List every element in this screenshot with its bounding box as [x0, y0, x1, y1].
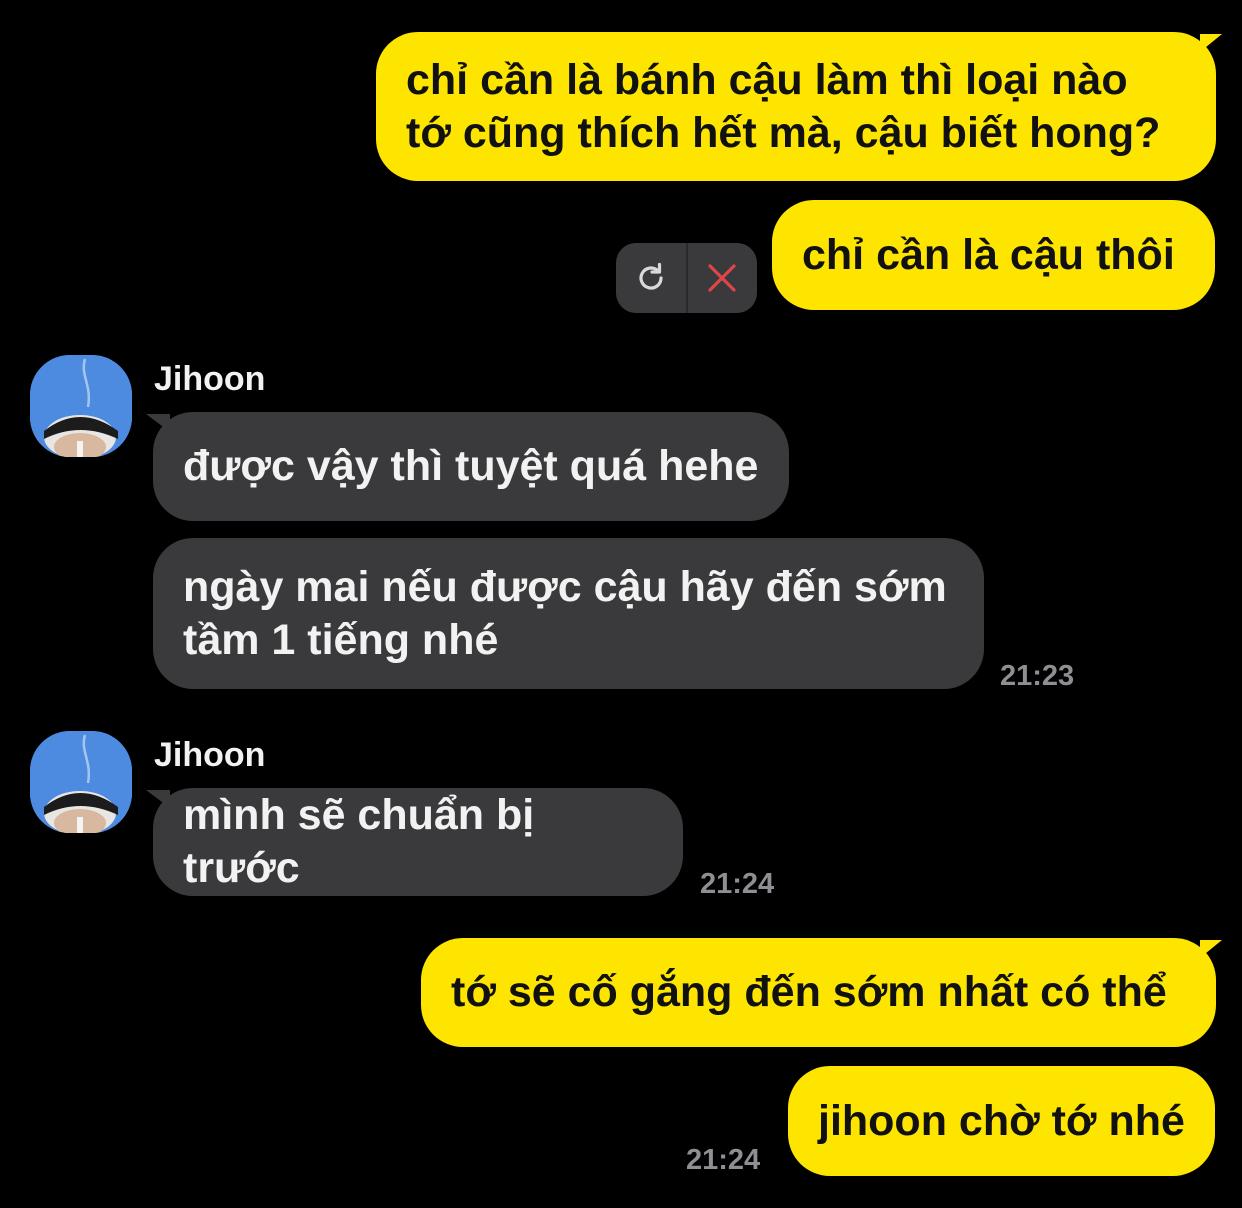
- message-text: tớ sẽ cố gắng đến sớm nhất có thể: [451, 968, 1167, 1016]
- delete-button[interactable]: [688, 243, 758, 313]
- outgoing-message[interactable]: chỉ cần là bánh cậu làm thì loại nào tớ …: [376, 32, 1216, 181]
- sender-name: Jihoon: [154, 360, 266, 398]
- timestamp: 21:24: [700, 868, 775, 900]
- message-text: chỉ cần là cậu thôi: [802, 230, 1175, 279]
- message-text: mình sẽ chuẩn bị trước: [183, 791, 535, 892]
- close-icon: [708, 264, 736, 292]
- message-text: jihoon chờ tớ nhé: [818, 1096, 1185, 1145]
- message-text: được vậy thì tuyệt quá hehe: [183, 442, 759, 490]
- incoming-message[interactable]: ngày mai nếu được cậu hãy đến sớm tầm 1 …: [153, 538, 984, 689]
- avatar[interactable]: [30, 355, 132, 457]
- outgoing-message[interactable]: jihoon chờ tớ nhé: [788, 1066, 1215, 1176]
- avatar-photo: [30, 731, 132, 833]
- failed-message-actions: [616, 243, 757, 313]
- retry-button[interactable]: [616, 243, 686, 313]
- message-text: chỉ cần là bánh cậu làm thì loại nào tớ …: [406, 55, 1161, 157]
- refresh-icon: [639, 262, 663, 290]
- sender-name: Jihoon: [154, 736, 266, 774]
- incoming-message[interactable]: được vậy thì tuyệt quá hehe: [153, 412, 789, 521]
- incoming-message[interactable]: mình sẽ chuẩn bị trước: [153, 788, 683, 896]
- avatar[interactable]: [30, 731, 132, 833]
- timestamp: 21:23: [1000, 660, 1075, 692]
- timestamp: 21:24: [686, 1144, 761, 1176]
- outgoing-message[interactable]: tớ sẽ cố gắng đến sớm nhất có thể: [421, 938, 1216, 1047]
- message-text: ngày mai nếu được cậu hãy đến sớm tầm 1 …: [183, 562, 947, 664]
- chat-thread: chỉ cần là bánh cậu làm thì loại nào tớ …: [0, 0, 1242, 1208]
- outgoing-message[interactable]: chỉ cần là cậu thôi: [772, 200, 1215, 310]
- avatar-photo: [30, 355, 132, 457]
